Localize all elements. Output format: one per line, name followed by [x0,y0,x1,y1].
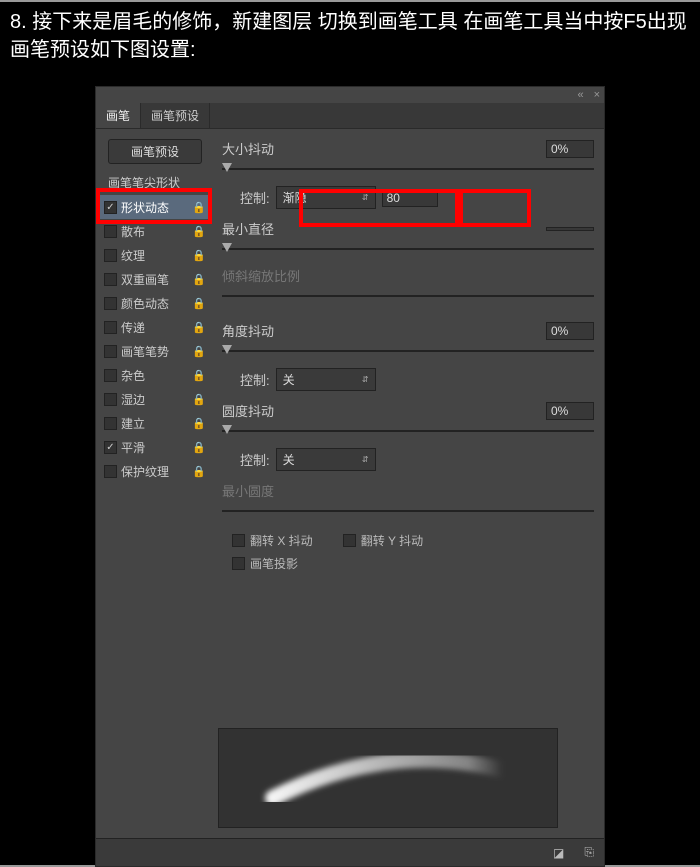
sidebar-item-shape-dynamics[interactable]: ✓ 形状动态 🔒 [98,195,208,219]
control-label: 控制: [240,188,270,207]
lock-icon[interactable]: 🔒 [190,393,208,406]
checkbox-icon[interactable] [104,297,117,310]
sidebar-item-wet-edges[interactable]: 湿边 🔒 [98,387,208,411]
panel-footer: ◪ ⎘ [96,838,604,866]
dropdown-value: 关 [283,371,295,388]
control-label: 控制: [240,450,270,469]
checkbox-icon[interactable] [104,417,117,430]
sidebar: 画笔预设 画笔笔尖形状 ✓ 形状动态 🔒 散布 🔒 纹理 🔒 双重画笔 🔒 [96,129,208,838]
size-jitter-slider[interactable] [222,162,594,176]
dropdown-value: 关 [283,451,295,468]
size-jitter-value[interactable]: 0% [546,140,594,158]
close-icon[interactable]: × [594,89,600,101]
angle-jitter-label: 角度抖动 [222,321,546,340]
lock-icon[interactable]: 🔒 [190,273,208,286]
size-jitter-label: 大小抖动 [222,139,546,158]
sidebar-item-dual-brush[interactable]: 双重画笔 🔒 [98,267,208,291]
sidebar-item-label: 平滑 [121,439,190,456]
angle-control-dropdown[interactable]: 关 ⇵ [276,368,376,391]
sidebar-item-build-up[interactable]: 建立 🔒 [98,411,208,435]
sidebar-item-noise[interactable]: 杂色 🔒 [98,363,208,387]
tilt-scale-label: 倾斜缩放比例 [222,266,594,285]
chevron-updown-icon: ⇵ [362,455,369,464]
lock-icon[interactable]: 🔒 [190,201,208,214]
sidebar-item-texture[interactable]: 纹理 🔒 [98,243,208,267]
round-control-dropdown[interactable]: 关 ⇵ [276,448,376,471]
min-diameter-slider[interactable] [222,242,594,256]
projection-checkbox[interactable]: 画笔投影 [232,555,298,572]
checkbox-icon[interactable] [104,225,117,238]
brush-preset-button[interactable]: 画笔预设 [108,139,202,164]
checkbox-icon[interactable]: ✓ [104,441,117,454]
toggle-icon[interactable]: ◪ [553,846,564,860]
sidebar-item-label: 画笔笔势 [121,343,190,360]
new-preset-icon[interactable]: ⎘ [584,845,594,860]
checkbox-icon[interactable] [104,345,117,358]
sidebar-item-label: 双重画笔 [121,271,190,288]
sidebar-item-label: 保护纹理 [121,463,190,480]
roundness-jitter-value[interactable]: 0% [546,402,594,420]
min-diameter-label: 最小直径 [222,219,546,238]
brush-panel: « × 画笔 画笔预设 画笔预设 画笔笔尖形状 ✓ 形状动态 🔒 散布 🔒 纹理… [95,86,605,867]
control-label: 控制: [240,370,270,389]
sidebar-item-label: 颜色动态 [121,295,190,312]
min-diameter-value[interactable] [546,227,594,231]
brush-preview [218,728,558,828]
dropdown-value: 渐隐 [283,189,307,206]
sidebar-item-color-dynamics[interactable]: 颜色动态 🔒 [98,291,208,315]
sidebar-item-label: 建立 [121,415,190,432]
collapse-icon[interactable]: « [577,89,583,101]
sidebar-item-label: 湿边 [121,391,190,408]
lock-icon[interactable]: 🔒 [190,441,208,454]
roundness-jitter-label: 圆度抖动 [222,401,546,420]
sidebar-item-smoothing[interactable]: ✓ 平滑 🔒 [98,435,208,459]
checkbox-icon[interactable] [104,273,117,286]
flip-x-checkbox[interactable]: 翻转 X 抖动 [232,532,313,549]
tab-brush[interactable]: 画笔 [96,103,141,128]
lock-icon[interactable]: 🔒 [190,297,208,310]
lock-icon[interactable]: 🔒 [190,417,208,430]
lock-icon[interactable]: 🔒 [190,321,208,334]
checkbox-icon[interactable] [104,369,117,382]
roundness-jitter-slider[interactable] [222,424,594,438]
sidebar-item-brush-pose[interactable]: 画笔笔势 🔒 [98,339,208,363]
checkbox-icon[interactable] [104,465,117,478]
lock-icon[interactable]: 🔒 [190,249,208,262]
checkbox-icon[interactable]: ✓ [104,201,117,214]
brush-tip-shape[interactable]: 画笔笔尖形状 [98,170,208,195]
checkbox-icon[interactable] [104,393,117,406]
chevron-updown-icon: ⇵ [362,375,369,384]
angle-jitter-slider[interactable] [222,344,594,358]
settings-area: 大小抖动 0% 控制: 渐隐 ⇵ 80 最小直径 倾斜缩放比例 [208,129,604,838]
sidebar-item-label: 形状动态 [121,199,190,216]
sidebar-item-transfer[interactable]: 传递 🔒 [98,315,208,339]
checkbox-icon[interactable] [104,321,117,334]
lock-icon[interactable]: 🔒 [190,369,208,382]
lock-icon[interactable]: 🔒 [190,225,208,238]
checkbox-icon[interactable] [104,249,117,262]
lock-icon[interactable]: 🔒 [190,345,208,358]
tilt-scale-slider [222,289,594,303]
tab-preset[interactable]: 画笔预设 [141,103,210,128]
sidebar-item-label: 纹理 [121,247,190,264]
sidebar-item-protect-texture[interactable]: 保护纹理 🔒 [98,459,208,483]
fade-count-value[interactable]: 80 [382,189,438,207]
flip-y-checkbox[interactable]: 翻转 Y 抖动 [343,532,423,549]
lock-icon[interactable]: 🔒 [190,465,208,478]
brush-stroke-icon [258,748,518,808]
angle-jitter-value[interactable]: 0% [546,322,594,340]
min-roundness-slider [222,504,594,518]
sidebar-item-label: 杂色 [121,367,190,384]
chevron-updown-icon: ⇵ [362,193,369,202]
control-dropdown[interactable]: 渐隐 ⇵ [276,186,376,209]
sidebar-item-label: 传递 [121,319,190,336]
sidebar-item-scatter[interactable]: 散布 🔒 [98,219,208,243]
sidebar-item-label: 散布 [121,223,190,240]
instruction-text: 8. 接下来是眉毛的修饰，新建图层 切换到画笔工具 在画笔工具当中按F5出现画笔… [0,0,700,70]
min-roundness-label: 最小圆度 [222,481,594,500]
